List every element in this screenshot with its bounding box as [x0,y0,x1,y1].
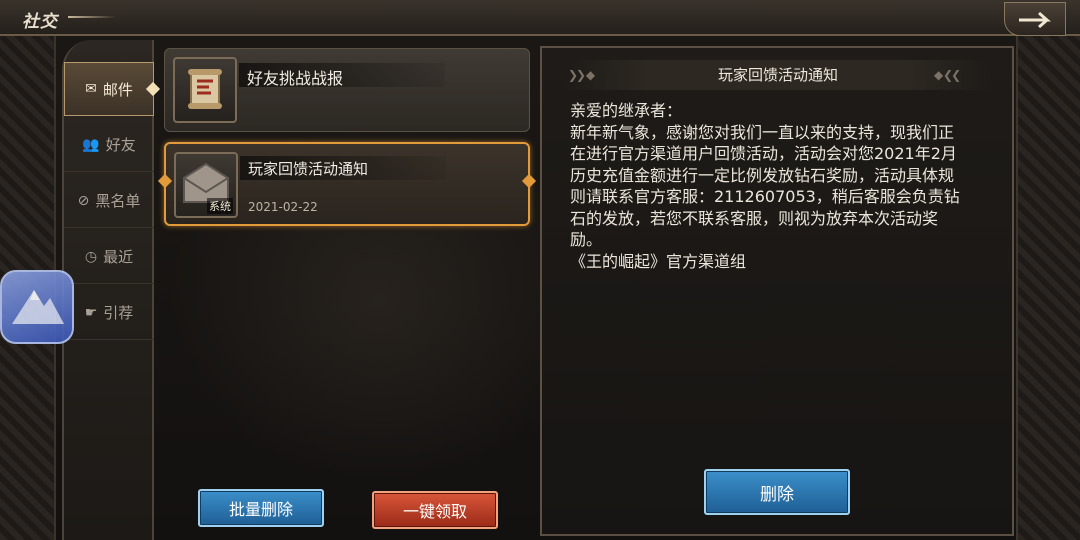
batch-delete-button[interactable]: 批量删除 [198,489,324,527]
tab-label: 引荐 [103,304,134,322]
claim-all-button[interactable]: 一键领取 [372,491,498,529]
tab-referral[interactable]: ☛ 引荐 [64,286,154,340]
mail-signature: 《王的崛起》官方渠道组 [570,251,747,271]
mail-body-line: 励。 [570,230,603,249]
page-title: 社交 [22,12,58,32]
mail-body: 亲爱的继承者： 新年新气象，感谢您对我们一直以来的支持，现我们正 在进行官方渠道… [570,100,1008,272]
tab-recent[interactable]: ◷ 最近 [64,230,154,284]
handshake-icon: ☛ [84,304,98,321]
mail-item[interactable]: 好友挑战战报 [164,48,530,132]
mail-body-line: 新年新气象，感谢您对我们一直以来的支持，现我们正 [570,122,955,142]
right-frame-border [1016,34,1080,540]
blacklist-icon: ⊘ [77,192,90,209]
tab-label: 邮件 [102,80,133,99]
envelope-icon: 系统 [174,152,238,218]
tab-label: 黑名单 [95,192,141,210]
tab-friends[interactable]: 👥 好友 [64,118,154,172]
delete-button[interactable]: 删除 [704,469,850,515]
detail-title: 玩家回馈活动通知 [717,66,838,84]
envelope-icon: ✉ [85,81,97,97]
system-badge: 系统 [207,198,233,214]
scroll-icon [173,57,237,123]
friend-icon: 👥 [82,136,100,153]
mail-body-line: 石的发放，若您不联系客服，则视为放弃本次活动奖 [570,208,939,228]
clock-icon: ◷ [84,248,98,265]
mail-subject: 好友挑战战报 [247,69,344,88]
mail-subject: 玩家回馈活动通知 [248,160,369,178]
mountain-icon [12,290,64,324]
mail-greeting: 亲爱的继承者： [570,101,683,120]
tab-blacklist[interactable]: ⊘ 黑名单 [64,174,154,228]
tab-label: 好友 [105,136,136,154]
mail-body-line: 则请联系官方客服：2112607053，稍后客服会负责钻 [570,187,960,206]
floating-assistant-button[interactable] [0,270,74,344]
title-decoration [68,16,116,18]
tab-label: 最近 [103,248,134,266]
mail-body-line: 在进行官方渠道用户回馈活动，活动会对您2021年2月 [570,144,957,163]
mail-body-line: 历史充值金额进行一定比例发放钻石奖励，活动具体规 [570,165,955,185]
mail-date: 2021-02-22 [248,200,318,214]
top-bar: 社交 [0,0,1080,36]
back-button[interactable] [1004,2,1066,36]
back-arrow-icon [1019,11,1051,29]
mail-item-selected[interactable]: 系统 玩家回馈活动通知 2021-02-22 [157,142,537,226]
tab-mail[interactable]: ✉ 邮件 [64,62,154,116]
